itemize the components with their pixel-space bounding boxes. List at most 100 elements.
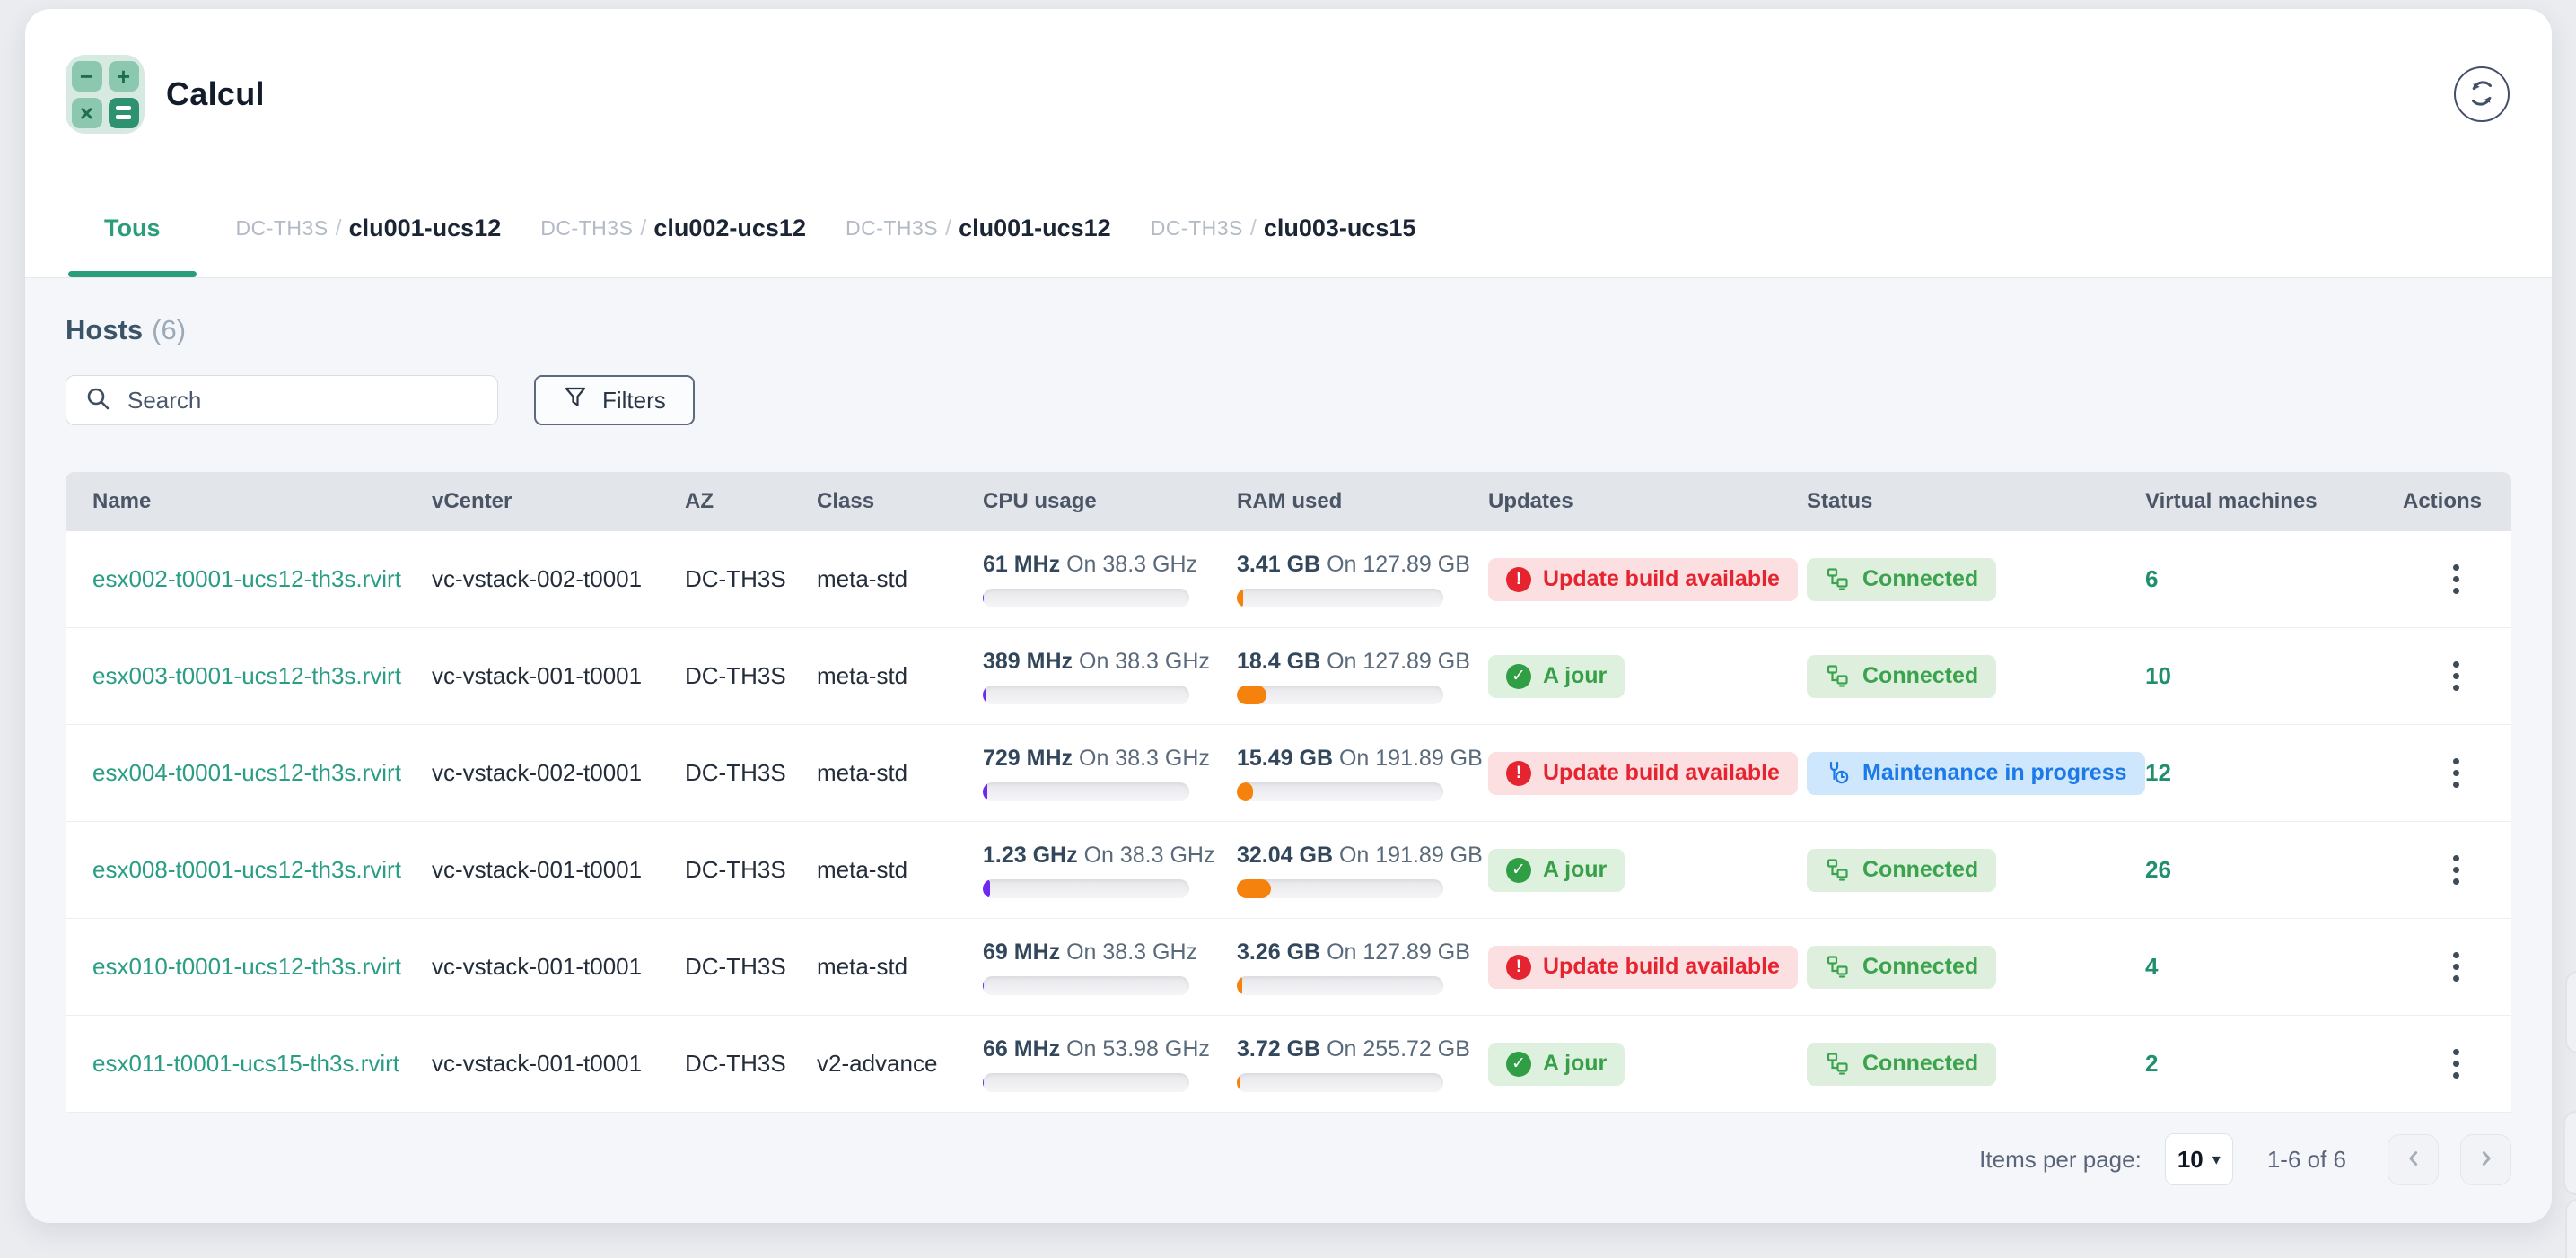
row-actions-button[interactable] [2444,1040,2468,1088]
ram-used-bar [1237,589,1443,607]
actions-cell [2376,749,2511,797]
class-cell: meta-std [790,953,956,981]
cpu-usage-bar [983,976,1189,995]
updates-badge-label: A jour [1543,663,1607,689]
pagination-range: 1-6 of 6 [2267,1146,2346,1174]
page-size-value: 10 [2177,1146,2204,1174]
ram-used-cell: 3.26 GB On 127.89 GB [1210,939,1461,995]
refresh-icon [2466,78,2497,111]
name-cell: esx011-t0001-ucs15-th3s.rvirt [66,1050,405,1078]
items-per-page-label: Items per page: [1979,1146,2142,1174]
maintenance-wrench-icon [1825,760,1851,786]
search-input[interactable] [127,387,479,415]
host-name-link[interactable]: esx011-t0001-ucs15-th3s.rvirt [92,1050,399,1077]
connected-icon [1825,857,1851,883]
cpu-usage-cell: 389 MHz On 38.3 GHz [956,649,1210,704]
maintenance-icon [1825,760,1851,786]
virtual-machines-cell: 26 [2118,856,2376,884]
column-header-class: Class [790,489,956,514]
tab-cluster-3[interactable]: DC-TH3S/clu001-ucs12 [846,179,1111,277]
name-cell: esx010-t0001-ucs12-th3s.rvirt [66,953,405,981]
host-name-link[interactable]: esx010-t0001-ucs12-th3s.rvirt [92,953,401,980]
filters-button[interactable]: Filters [534,375,695,425]
class-cell: meta-std [790,856,956,884]
tab-cluster-name: clu001-ucs12 [349,214,502,242]
cpu-usage-bar [983,879,1189,898]
tab-all[interactable]: Tous [68,179,197,277]
column-header-name: Name [66,489,405,514]
connected-hosts-icon [1825,954,1851,980]
az-cell: DC-TH3S [658,662,790,690]
tab-cluster-1[interactable]: DC-TH3S/clu001-ucs12 [236,179,502,277]
cpu-usage-cell: 61 MHz On 38.3 GHz [956,552,1210,607]
status-cell: Connected [1780,655,2118,698]
multiply-key-icon: × [72,98,102,128]
row-actions-button[interactable] [2444,943,2468,991]
row-actions-button[interactable] [2444,846,2468,894]
status-badge: Connected [1807,946,1996,989]
calculator-icon: − + × [66,55,145,134]
section-title-text: Hosts [66,314,143,345]
exclamation-circle-icon: ! [1506,955,1531,980]
vm-count-link[interactable]: 2 [2145,1050,2158,1077]
updates-badge: !Update build available [1488,946,1798,989]
plus-key-icon: + [109,61,139,92]
check-circle-icon: ✓ [1506,664,1531,689]
updates-cell: ✓A jour [1461,1043,1780,1086]
row-actions-button[interactable] [2444,749,2468,797]
background-card-edge [2563,1111,2576,1195]
table-controls: Filters [66,375,2511,425]
status-badge: Connected [1807,1043,1996,1086]
vm-count-link[interactable]: 10 [2145,662,2171,689]
vm-count-link[interactable]: 26 [2145,856,2171,883]
status-badge-label: Connected [1862,1051,1978,1077]
chevron-right-icon [2475,1147,2498,1173]
row-actions-button[interactable] [2444,555,2468,603]
host-name-link[interactable]: esx008-t0001-ucs12-th3s.rvirt [92,856,401,883]
cpu-usage-fill [983,782,987,801]
updates-badge: ✓A jour [1488,1043,1625,1086]
next-page-button[interactable] [2460,1134,2511,1185]
host-name-link[interactable]: esx003-t0001-ucs12-th3s.rvirt [92,662,401,689]
table-row: esx011-t0001-ucs15-th3s.rvirt vc-vstack-… [66,1016,2511,1113]
cpu-usage-cell: 729 MHz On 38.3 GHz [956,746,1210,801]
caret-down-icon: ▾ [2212,1150,2221,1169]
host-name-link[interactable]: esx004-t0001-ucs12-th3s.rvirt [92,759,401,786]
check-circle-icon: ✓ [1506,858,1531,883]
ram-used-fill [1237,686,1266,704]
chevron-left-icon [2402,1147,2425,1173]
updates-badge: !Update build available [1488,752,1798,795]
ram-used-bar [1237,782,1443,801]
vcenter-cell: vc-vstack-001-t0001 [405,953,658,981]
vcenter-cell: vc-vstack-001-t0001 [405,662,658,690]
ram-used-fill [1237,879,1271,898]
vm-count-link[interactable]: 4 [2145,953,2158,980]
minus-key-icon: − [72,61,102,92]
status-badge: Connected [1807,655,1996,698]
az-cell: DC-TH3S [658,856,790,884]
refresh-button[interactable] [2454,66,2510,122]
host-name-link[interactable]: esx002-t0001-ucs12-th3s.rvirt [92,565,401,592]
ram-used-text: 3.41 GB On 127.89 GB [1237,552,1461,578]
tab-separator: / [945,215,951,241]
tab-cluster-4[interactable]: DC-TH3S/clu003-ucs15 [1151,179,1416,277]
row-actions-button[interactable] [2444,652,2468,700]
class-cell: meta-std [790,662,956,690]
connected-icon [1825,1051,1851,1077]
updates-cell: !Update build available [1461,946,1780,989]
name-cell: esx002-t0001-ucs12-th3s.rvirt [66,565,405,593]
vm-count-link[interactable]: 6 [2145,565,2158,592]
cpu-usage-fill [983,589,984,607]
actions-cell [2376,846,2511,894]
previous-page-button[interactable] [2388,1134,2439,1185]
vm-count-link[interactable]: 12 [2145,759,2171,786]
tab-cluster-2[interactable]: DC-TH3S/clu002-ucs12 [540,179,806,277]
status-cell: Connected [1780,558,2118,601]
status-badge-label: Connected [1862,663,1978,689]
page-size-select[interactable]: 10 ▾ [2165,1133,2233,1185]
ram-used-cell: 15.49 GB On 191.89 GB [1210,746,1461,801]
class-cell: v2-advance [790,1050,956,1078]
tab-cluster-name: clu001-ucs12 [959,214,1111,242]
exclamation-circle-icon: ! [1506,761,1531,786]
updates-badge-label: A jour [1543,857,1607,883]
